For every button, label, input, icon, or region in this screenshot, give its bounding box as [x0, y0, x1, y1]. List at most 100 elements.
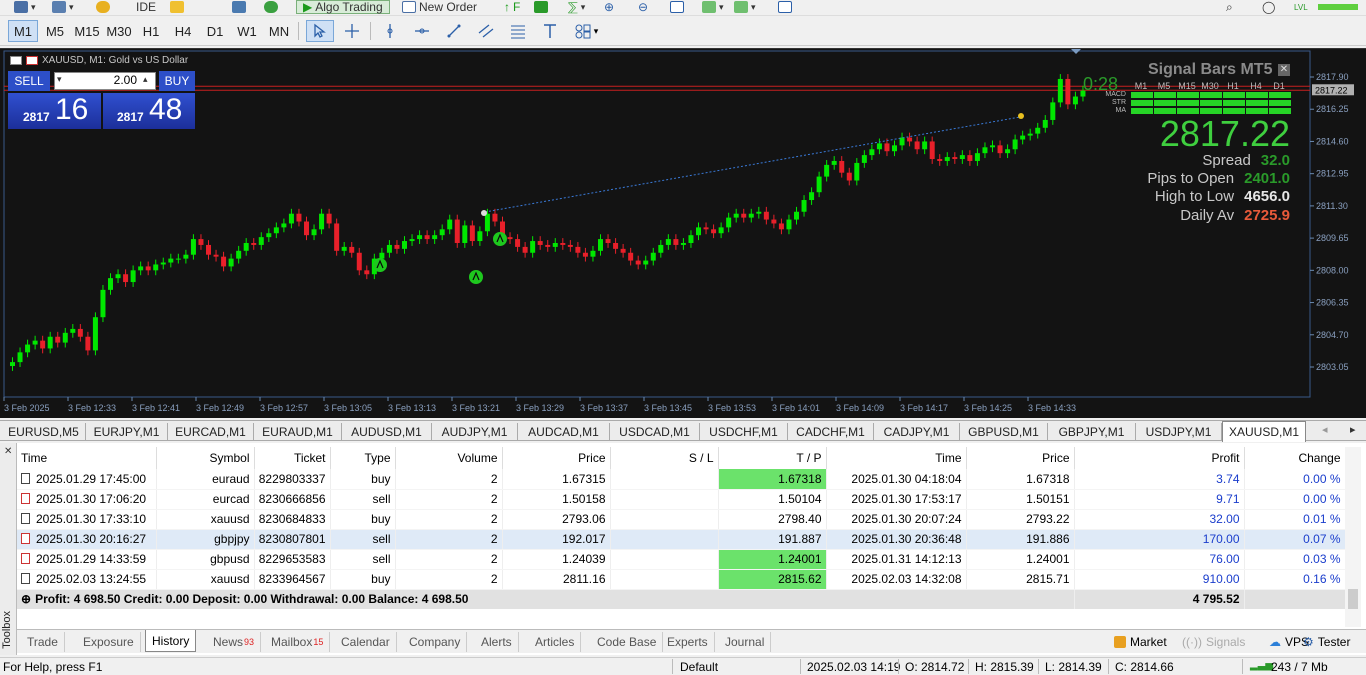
timeframe-mn[interactable]: MN: [264, 20, 294, 42]
account-icon[interactable]: ◯: [1262, 0, 1275, 14]
symbol-tab-euraud-m1[interactable]: EURAUD,M1: [254, 423, 342, 440]
timeframe-h4[interactable]: H4: [168, 20, 198, 42]
ide-button[interactable]: IDE: [136, 0, 156, 14]
new-chart-button[interactable]: ▾: [14, 0, 36, 14]
zoom-out-icon[interactable]: ⊖: [638, 0, 648, 14]
tabs-scroll-right-icon[interactable]: ▸: [1350, 423, 1356, 436]
tab-company[interactable]: Company: [403, 632, 468, 652]
symbol-tab-cadchf-m1[interactable]: CADCHF,M1: [788, 423, 874, 440]
channel-tool[interactable]: [472, 20, 500, 42]
shapes-tool[interactable]: ▾: [566, 20, 606, 42]
history-scrollbar[interactable]: [1345, 447, 1361, 627]
symbol-tab-audusd-m1[interactable]: AUDUSD,M1: [342, 423, 432, 440]
column-header[interactable]: S / L: [610, 447, 719, 469]
status-profile[interactable]: Default: [680, 660, 718, 674]
new-order-button[interactable]: New Order: [402, 0, 477, 14]
symbol-tab-cadjpy-m1[interactable]: CADJPY,M1: [874, 423, 960, 440]
tab-trade[interactable]: Trade: [21, 632, 65, 652]
close-icon[interactable]: ✕: [1278, 64, 1290, 76]
history-row[interactable]: 2025.01.30 17:33:10 xauusd 8230684833 buy 2 2…: [17, 509, 1346, 530]
symbol-tab-eurcad-m1[interactable]: EURCAD,M1: [168, 423, 254, 440]
screenshot-icon[interactable]: [778, 0, 792, 14]
column-header[interactable]: Volume: [395, 447, 503, 469]
market-button[interactable]: Market: [1114, 633, 1167, 651]
tab-alerts[interactable]: Alerts: [475, 632, 519, 652]
history-row[interactable]: 2025.01.30 20:16:27 gbpjpy 8230807801 sell 2…: [17, 529, 1346, 550]
tab-experts[interactable]: Experts: [661, 632, 715, 652]
column-header[interactable]: Ticket: [254, 447, 331, 469]
symbol-tab-xauusd-m1[interactable]: XAUUSD,M1: [1222, 421, 1306, 442]
price-chart[interactable]: 2817.90 2816.25 2814.60 2812.95 2811.30 2809.…: [0, 48, 1366, 418]
tab-journal[interactable]: Journal: [719, 632, 772, 652]
tab-calendar[interactable]: Calendar: [335, 632, 397, 652]
tab-articles[interactable]: Articles: [529, 632, 582, 652]
zoom-in-icon[interactable]: ⊕: [604, 0, 614, 14]
tabs-scroll-left-icon[interactable]: ◂: [1322, 423, 1328, 436]
tester-button[interactable]: ⚙ Tester: [1303, 633, 1350, 651]
symbol-tab-audcad-m1[interactable]: AUDCAD,M1: [518, 423, 610, 440]
coin-icon[interactable]: [96, 0, 110, 14]
fibonacci-tool[interactable]: [504, 20, 532, 42]
sell-price-box[interactable]: 2817 16: [8, 93, 101, 129]
chart-menu-icon[interactable]: [10, 56, 22, 65]
lot-decrease-icon[interactable]: ▾: [57, 74, 62, 85]
symbol-tab-gbpusd-m1[interactable]: GBPUSD,M1: [960, 423, 1048, 440]
symbol-tab-gbpjpy-m1[interactable]: GBPJPY,M1: [1048, 423, 1136, 440]
trend-line-tool[interactable]: [440, 20, 468, 42]
column-header[interactable]: Type: [330, 447, 396, 469]
symbol-tab-eurjpy-m1[interactable]: EURJPY,M1: [86, 423, 168, 440]
timeframe-h1[interactable]: H1: [136, 20, 166, 42]
lot-input[interactable]: 2.00: [69, 73, 141, 89]
timeframe-w1[interactable]: W1: [232, 20, 262, 42]
close-icon[interactable]: ✕: [4, 446, 12, 457]
symbol-tab-eurusd-m5[interactable]: EURUSD,M5: [2, 423, 86, 440]
symbol-tab-usdjpy-m1[interactable]: USDJPY,M1: [1136, 423, 1222, 440]
timeframe-d1[interactable]: D1: [200, 20, 230, 42]
search-icon[interactable]: ⌕: [1226, 0, 1233, 14]
tile-windows-icon[interactable]: [670, 0, 684, 14]
history-row[interactable]: 2025.01.30 17:06:20 eurcad 8230666856 sell 2…: [17, 489, 1346, 510]
column-header[interactable]: T / P: [718, 447, 827, 469]
history-row[interactable]: 2025.01.29 17:45:00 euraud 8229803337 buy 2 1…: [17, 469, 1346, 490]
candles-icon[interactable]: [534, 0, 548, 14]
lot-stepper[interactable]: ▾ 2.00 ▴: [54, 72, 156, 90]
objects-icon[interactable]: ▾: [734, 0, 756, 14]
buy-sell-icon[interactable]: ↑ F: [504, 0, 520, 14]
history-row[interactable]: 2025.02.03 13:24:55 xauusd 8233964567 buy 2 2…: [17, 569, 1346, 590]
timeframe-m5[interactable]: M5: [40, 20, 70, 42]
crosshair-tool[interactable]: [338, 20, 366, 42]
text-tool[interactable]: [536, 20, 564, 42]
signals-button[interactable]: ((·)) Signals: [1182, 633, 1245, 651]
tab-code-base[interactable]: Code Base: [591, 632, 664, 652]
column-header[interactable]: Time: [826, 447, 967, 469]
tab-exposure[interactable]: Exposure: [77, 632, 141, 652]
symbol-tab-usdchf-m1[interactable]: USDCHF,M1: [700, 423, 788, 440]
timeframe-m1[interactable]: M1: [8, 20, 38, 42]
timeframe-m15[interactable]: M15: [72, 20, 102, 42]
lot-increase-icon[interactable]: ▴: [143, 74, 148, 85]
scrollbar-thumb[interactable]: [1348, 589, 1358, 609]
symbol-tab-usdcad-m1[interactable]: USDCAD,M1: [610, 423, 700, 440]
column-header[interactable]: Profit: [1074, 447, 1245, 469]
column-header[interactable]: Price: [966, 447, 1075, 469]
horizontal-line-tool[interactable]: [408, 20, 436, 42]
column-header[interactable]: Symbol: [156, 447, 255, 469]
monitor-icon[interactable]: [232, 0, 246, 14]
buy-button[interactable]: BUY: [159, 71, 195, 91]
folder-icon[interactable]: [170, 0, 184, 14]
algo-trading-button[interactable]: ▶ Algo Trading: [296, 0, 390, 14]
timeframe-m30[interactable]: M30: [104, 20, 134, 42]
tab-mailbox[interactable]: Mailbox 15: [265, 632, 331, 652]
sell-button[interactable]: SELL: [8, 71, 50, 91]
tab-history[interactable]: History: [145, 630, 197, 652]
cursor-tool[interactable]: [306, 20, 334, 42]
history-row[interactable]: 2025.01.29 14:33:59 gbpusd 8229653583 sell 2…: [17, 549, 1346, 570]
symbol-tab-audjpy-m1[interactable]: AUDJPY,M1: [432, 423, 518, 440]
column-header[interactable]: Change: [1244, 447, 1346, 469]
column-header[interactable]: Time: [17, 447, 157, 469]
chart-type-icon[interactable]: ⅀ ▾: [568, 0, 585, 14]
profiles-button[interactable]: ▾: [52, 0, 74, 14]
vertical-line-tool[interactable]: [376, 20, 404, 42]
indicators-icon[interactable]: ▾: [702, 0, 724, 14]
column-header[interactable]: Price: [502, 447, 611, 469]
